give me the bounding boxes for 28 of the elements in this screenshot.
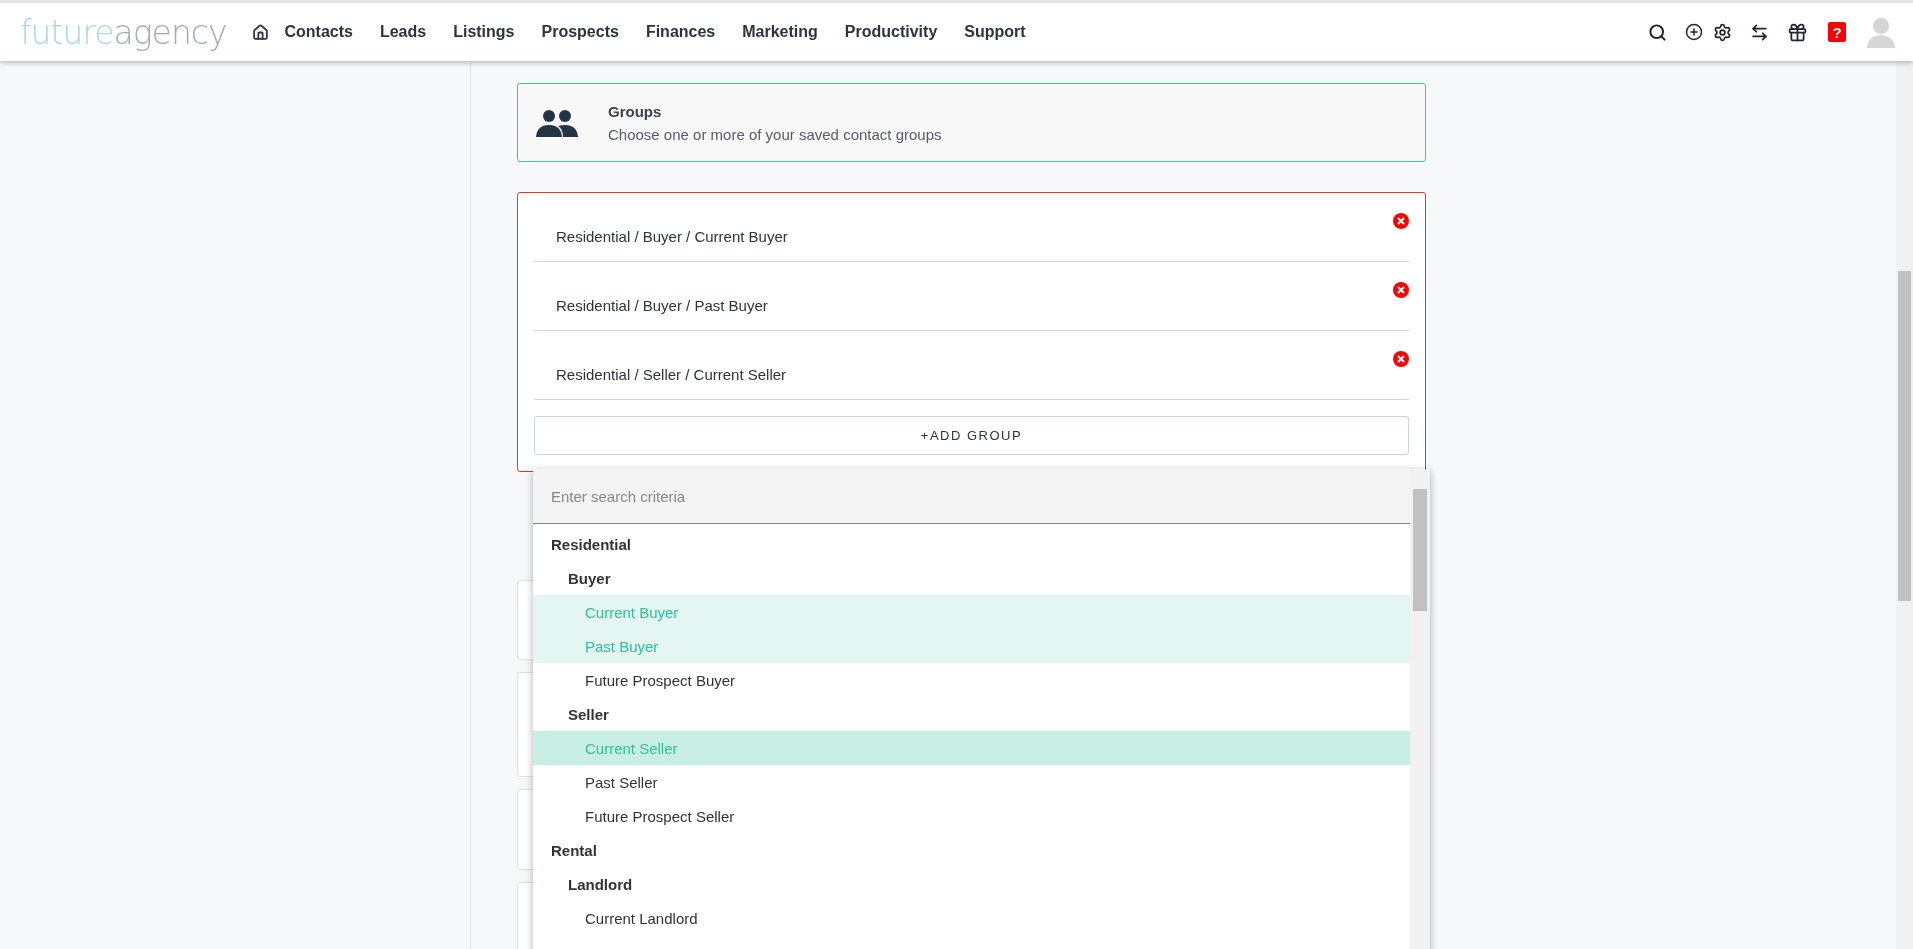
swap-arrows-icon[interactable]: [1750, 22, 1769, 42]
plus-circle-icon[interactable]: [1685, 23, 1703, 41]
settings-icon[interactable]: [1713, 22, 1732, 42]
dropdown-scrollbar[interactable]: [1410, 469, 1430, 949]
nav-link[interactable]: Listings: [453, 23, 515, 41]
nav-link[interactable]: Marketing: [742, 23, 818, 41]
nav-link[interactable]: Productivity: [844, 23, 938, 41]
remove-icon[interactable]: [1393, 351, 1409, 367]
nav-link[interactable]: Support: [964, 23, 1026, 41]
search-icon[interactable]: [1648, 22, 1667, 42]
group-path: Residential / Buyer / Past Buyer: [556, 297, 768, 314]
remove-icon[interactable]: [1393, 282, 1409, 298]
groups-subtitle: Choose one or more of your saved contact groups: [608, 125, 942, 143]
page-scrollbar[interactable]: [1896, 61, 1913, 949]
people-icon: [536, 108, 578, 137]
nav-link[interactable]: Finances: [645, 23, 716, 41]
gift-icon[interactable]: [1787, 21, 1808, 43]
nav-link[interactable]: Leads: [379, 23, 427, 41]
groups-title: Groups: [608, 102, 663, 120]
group-path: Residential / Seller / Current Seller: [556, 366, 787, 383]
home-icon[interactable]: [252, 23, 270, 41]
search-field[interactable]: Enter search criteria: [533, 469, 1410, 524]
help-badge[interactable]: ?: [1828, 22, 1846, 42]
group-path: Residential / Buyer / Current Buyer: [556, 228, 788, 245]
nav-link[interactable]: Contacts: [284, 23, 353, 41]
nav-link[interactable]: Prospects: [541, 23, 619, 41]
add-group-button[interactable]: +ADD GROUP: [534, 416, 1409, 455]
remove-icon[interactable]: [1393, 213, 1409, 229]
